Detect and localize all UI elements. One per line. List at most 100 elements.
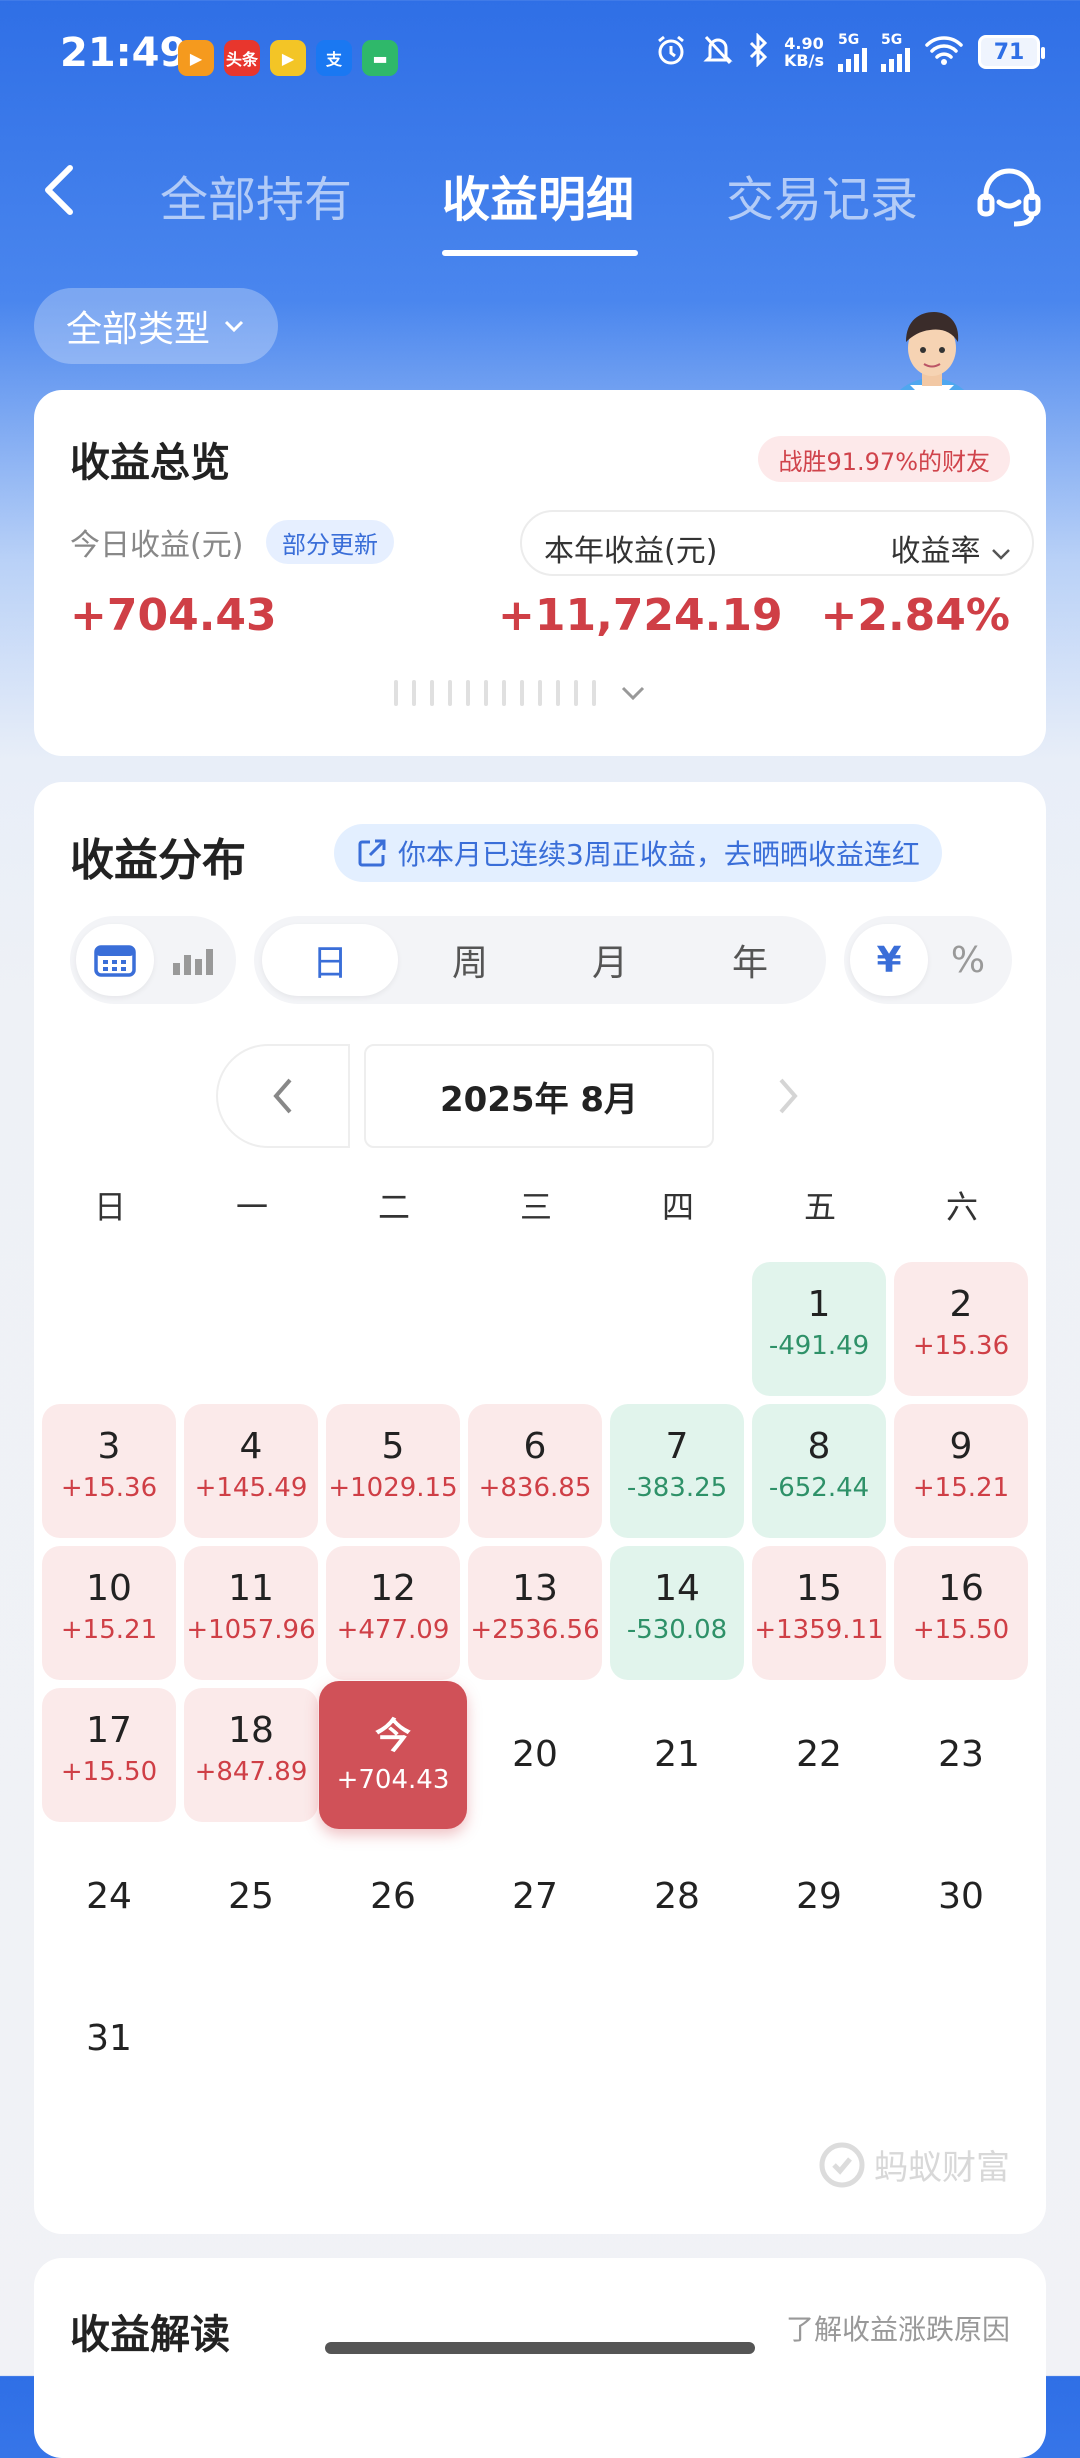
streak-share-banner[interactable]: 你本月已连续3周正收益，去晒晒收益连红 [334, 824, 942, 882]
calendar-day[interactable]: 14 -530.08 [610, 1546, 744, 1680]
calendar-day[interactable]: 10 +15.21 [42, 1546, 176, 1680]
next-month-button[interactable] [738, 1044, 838, 1148]
customer-service-button[interactable] [974, 162, 1044, 232]
top-navigation: 全部持有 收益明细 交易记录 [0, 140, 1080, 260]
calendar-day[interactable]: 3 +15.36 [42, 1404, 176, 1538]
calendar-day[interactable]: 24 [42, 1830, 176, 1964]
calendar-day[interactable]: 5 +1029.15 [326, 1404, 460, 1538]
day-number: 26 [370, 1876, 416, 1917]
period-month-tab[interactable]: 月 [542, 924, 678, 996]
system-status-icons: 4.90 KB/s 5G 5G 71 [654, 31, 1045, 72]
period-day-tab[interactable]: 日 [262, 924, 398, 996]
calendar-day[interactable]: 12 +477.09 [326, 1546, 460, 1680]
calendar-day[interactable]: 28 [610, 1830, 744, 1964]
day-earnings-value: +15.36 [912, 1331, 1010, 1361]
watermark-text: 蚂蚁财富 [874, 2148, 1010, 2188]
current-month-label[interactable]: 2025年 8月 [364, 1044, 714, 1148]
day-number: 30 [938, 1876, 984, 1917]
type-filter-dropdown[interactable]: 全部类型 [34, 288, 279, 364]
day-earnings-value: +15.21 [912, 1473, 1010, 1503]
toutiao-app-icon: 头条 [224, 40, 260, 76]
calendar-day[interactable]: 29 [752, 1830, 886, 1964]
calendar-day[interactable]: 7 -383.25 [610, 1404, 744, 1538]
unit-toggle: ¥ % [844, 916, 1012, 1004]
calendar-day[interactable]: 6 +836.85 [468, 1404, 602, 1538]
calendar-view-button[interactable] [76, 924, 154, 996]
active-tab-indicator [442, 250, 638, 256]
year-earnings-value: +11,724.19 [498, 590, 783, 641]
day-earnings-value: +2536.56 [470, 1615, 600, 1645]
calendar-day[interactable]: 1 -491.49 [752, 1262, 886, 1396]
unit-amount-tab[interactable]: ¥ [850, 924, 928, 996]
network-speed-value: 4.90 [784, 34, 824, 53]
calendar-day[interactable]: 8 -652.44 [752, 1404, 886, 1538]
day-number: 8 [807, 1426, 831, 1467]
video-app-icon: ▶ [178, 40, 214, 76]
mute-bell-icon [702, 33, 734, 72]
calendar-day[interactable]: 2 +15.36 [894, 1262, 1028, 1396]
back-button[interactable] [40, 160, 80, 235]
calendar-day[interactable]: 27 [468, 1830, 602, 1964]
calendar-day-today[interactable]: 今 +704.43 [319, 1681, 467, 1829]
calendar-day[interactable]: 9 +15.21 [894, 1404, 1028, 1538]
calendar-day[interactable]: 4 +145.49 [184, 1404, 318, 1538]
alarm-icon [654, 33, 688, 72]
calendar-day[interactable]: 13 +2536.56 [468, 1546, 602, 1680]
calendar-day[interactable]: 26 [326, 1830, 460, 1964]
status-bar: 21:49 ▶ 头条 ▶ 支 ▬ 4.90 KB/s 5G 5G 71 [0, 0, 1080, 120]
home-indicator[interactable] [325, 2342, 755, 2354]
day-earnings-value: -383.25 [626, 1473, 728, 1503]
day-number: 31 [86, 2018, 132, 2059]
chevron-down-icon [224, 320, 244, 333]
calendar-day[interactable]: 22 [752, 1688, 886, 1822]
year-earnings-selector[interactable]: 本年收益(元) 收益率 [520, 510, 1034, 576]
expand-overview-button[interactable] [394, 678, 646, 708]
today-earnings-value: +704.43 [70, 590, 277, 641]
tab-all-holdings[interactable]: 全部持有 [160, 160, 352, 230]
weekday-label: 五 [803, 1188, 836, 1226]
day-number: 23 [938, 1734, 984, 1775]
calendar-day[interactable]: 18 +847.89 [184, 1688, 318, 1822]
calendar-day[interactable]: 20 [468, 1688, 602, 1822]
bar-chart-view-button[interactable] [156, 924, 230, 996]
unit-percent-tab[interactable]: % [930, 924, 1006, 996]
calendar-day[interactable]: 16 +15.50 [894, 1546, 1028, 1680]
period-week-tab[interactable]: 周 [402, 924, 538, 996]
weekday-label: 三 [519, 1188, 552, 1226]
calendar-day[interactable]: 21 [610, 1688, 744, 1822]
view-mode-toggle [70, 916, 236, 1004]
chevron-right-icon [779, 1078, 798, 1114]
brand-watermark: 蚂蚁财富 [818, 2140, 1010, 2189]
ranking-badge[interactable]: 战胜91.97%的财友 [758, 436, 1010, 482]
partial-update-badge[interactable]: 部分更新 [266, 520, 394, 564]
calendar-day[interactable]: 30 [894, 1830, 1028, 1964]
day-number: 15 [796, 1568, 842, 1609]
day-number: 27 [512, 1876, 558, 1917]
tab-transactions[interactable]: 交易记录 [726, 160, 918, 230]
calendar-day[interactable]: 17 +15.50 [42, 1688, 176, 1822]
earnings-overview-card: 收益总览 战胜91.97%的财友 今日收益(元) 部分更新 本年收益(元) 收益… [34, 390, 1046, 756]
period-year-tab[interactable]: 年 [682, 924, 818, 996]
calendar-day[interactable]: 25 [184, 1830, 318, 1964]
day-earnings-value: -530.08 [626, 1615, 728, 1645]
chevron-left-icon [45, 165, 73, 215]
interpretation-link[interactable]: 了解收益涨跌原因 [786, 2308, 1010, 2348]
day-number: 21 [654, 1734, 700, 1775]
chevron-down-icon [992, 549, 1010, 560]
day-earnings-value: +15.36 [60, 1473, 158, 1503]
calendar-day[interactable]: 23 [894, 1688, 1028, 1822]
day-earnings-value: -491.49 [768, 1331, 870, 1361]
tab-earnings-detail[interactable]: 收益明细 [442, 160, 634, 230]
headset-icon [977, 168, 1041, 227]
day-number: 16 [938, 1568, 984, 1609]
day-earnings-value: +477.09 [336, 1615, 450, 1645]
calendar-day[interactable]: 15 +1359.11 [752, 1546, 886, 1680]
ant-fortune-logo-icon [819, 2142, 865, 2187]
notification-app-icons: ▶ 头条 ▶ 支 ▬ [178, 40, 398, 76]
signal-bars-icon [838, 48, 867, 72]
rate-dropdown[interactable]: 收益率 [890, 526, 1012, 570]
calendar-day[interactable]: 31 [42, 1972, 176, 2106]
day-earnings-value: +1029.15 [328, 1473, 458, 1503]
calendar-day[interactable]: 11 +1057.96 [184, 1546, 318, 1680]
previous-month-button[interactable] [216, 1044, 350, 1148]
